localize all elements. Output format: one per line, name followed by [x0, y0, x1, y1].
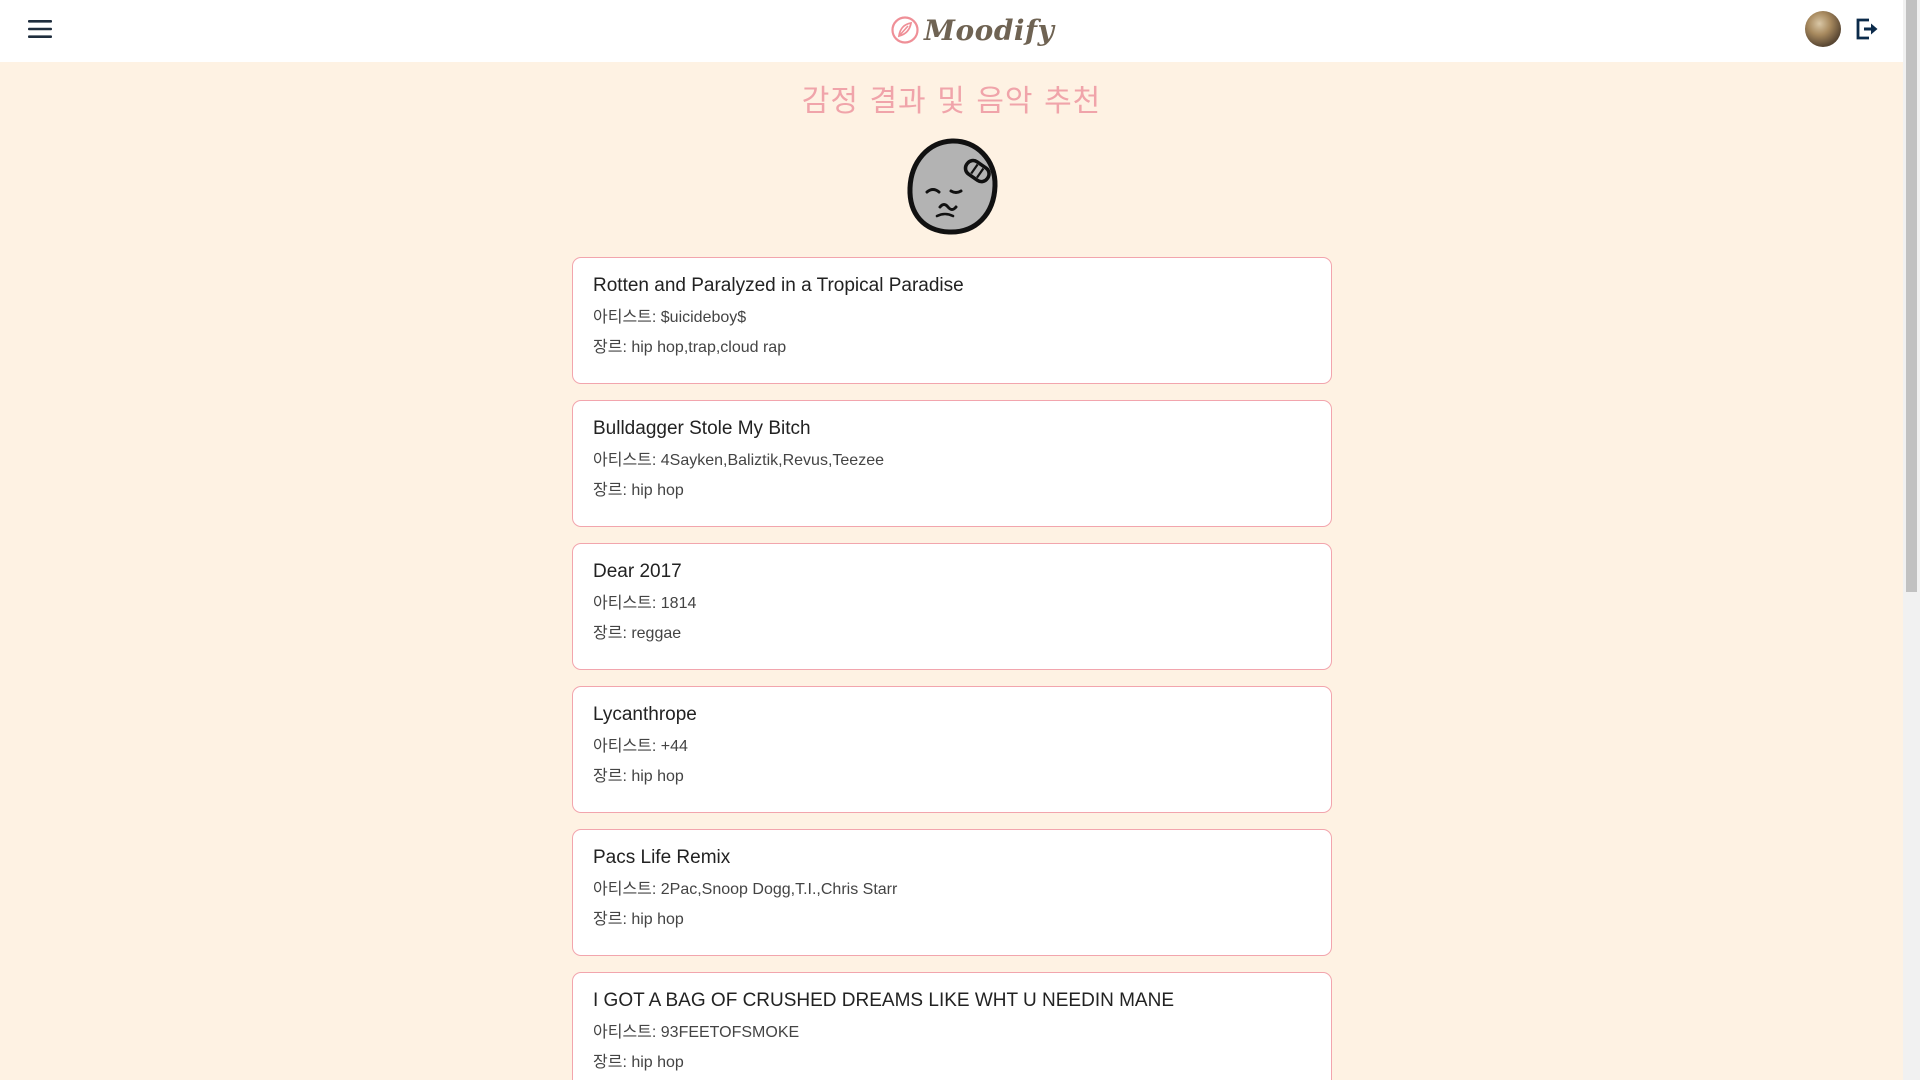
hamburger-menu-icon[interactable]: [28, 18, 52, 40]
vertical-scrollbar[interactable]: [1903, 0, 1920, 1080]
scrollbar-thumb[interactable]: [1906, 0, 1917, 592]
song-genre: 장르: hip hop: [593, 911, 684, 928]
logo-text: Moodify: [924, 13, 1055, 47]
song-artist: 아티스트: +44: [593, 738, 688, 755]
song-card[interactable]: Dear 2017 아티스트: 1814 장르: reggae: [572, 543, 1332, 670]
song-artist: 아티스트: $uicideboy$: [593, 309, 747, 326]
song-genre: 장르: hip hop: [593, 1054, 684, 1071]
song-title: Lycanthrope: [593, 704, 697, 725]
sick-face-icon: [907, 138, 998, 235]
song-title: Pacs Life Remix: [593, 847, 731, 868]
page-title: 감정 결과 및 음악 추천: [801, 84, 1102, 119]
top-navbar: Moodify: [0, 0, 1903, 62]
song-genre: 장르: hip hop,trap,cloud rap: [593, 339, 787, 356]
song-genre: 장르: hip hop: [593, 768, 684, 785]
song-card[interactable]: Bulldagger Stole My Bitch 아티스트: 4Sayken,…: [572, 400, 1332, 527]
song-artist: 아티스트: 93FEETOFSMOKE: [593, 1024, 800, 1041]
song-card[interactable]: I GOT A BAG OF CRUSHED DREAMS LIKE WHT U…: [572, 972, 1332, 1080]
song-artist: 아티스트: 2Pac,Snoop Dogg,T.I.,Chris Starr: [593, 881, 898, 898]
song-title: Dear 2017: [593, 561, 682, 582]
result-main: 감정 결과 및 음악 추천 Rotten and Paralyzed in a …: [0, 62, 1903, 1080]
song-card[interactable]: Pacs Life Remix 아티스트: 2Pac,Snoop Dogg,T.…: [572, 829, 1332, 956]
logo-leaf-icon: [891, 16, 919, 44]
song-genre: 장르: hip hop: [593, 482, 684, 499]
song-title: I GOT A BAG OF CRUSHED DREAMS LIKE WHT U…: [593, 990, 1175, 1011]
moodify-logo[interactable]: Moodify: [890, 10, 1054, 50]
song-artist: 아티스트: 1814: [593, 595, 697, 612]
song-title: Bulldagger Stole My Bitch: [593, 418, 811, 439]
song-recommendation-list: Rotten and Paralyzed in a Tropical Parad…: [572, 257, 1332, 1080]
logout-icon[interactable]: [1855, 17, 1879, 41]
user-avatar[interactable]: [1805, 11, 1841, 47]
song-artist: 아티스트: 4Sayken,Baliztik,Revus,Teezee: [593, 452, 884, 469]
song-genre: 장르: reggae: [593, 625, 682, 642]
song-card[interactable]: Rotten and Paralyzed in a Tropical Parad…: [572, 257, 1332, 384]
song-title: Rotten and Paralyzed in a Tropical Parad…: [593, 275, 964, 296]
song-card[interactable]: Lycanthrope 아티스트: +44 장르: hip hop: [572, 686, 1332, 813]
